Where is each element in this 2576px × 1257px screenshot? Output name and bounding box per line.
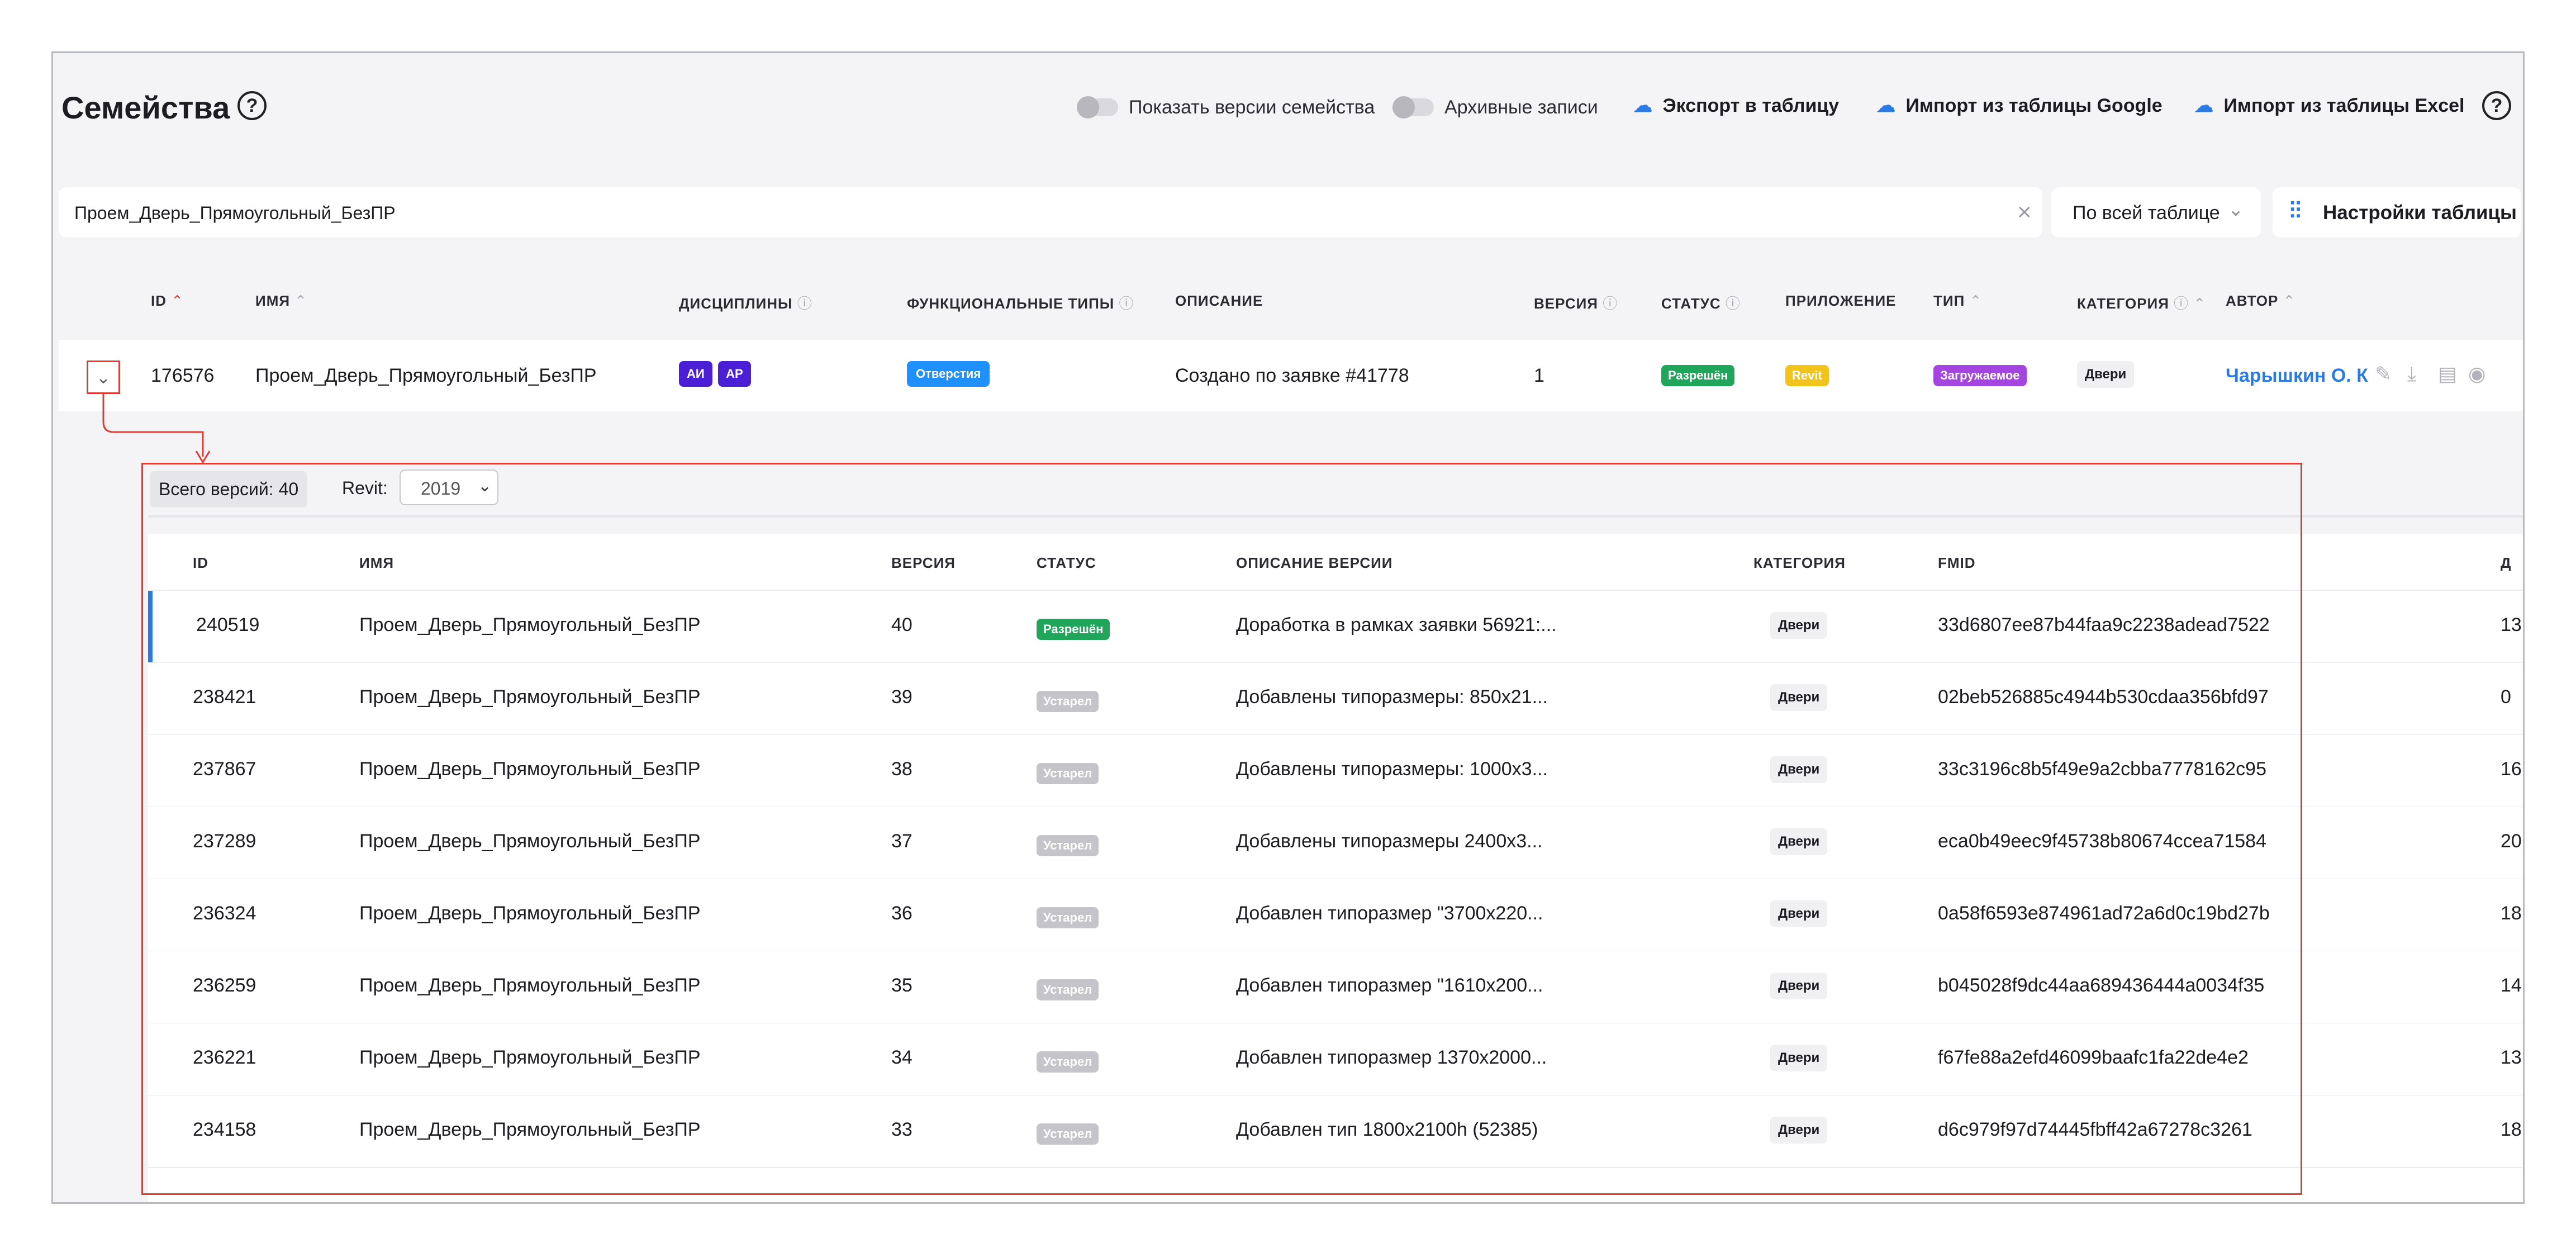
expand-arrow — [102, 394, 211, 464]
families-page: Семейства ? Показать версии семейства Ар… — [51, 51, 2525, 1204]
